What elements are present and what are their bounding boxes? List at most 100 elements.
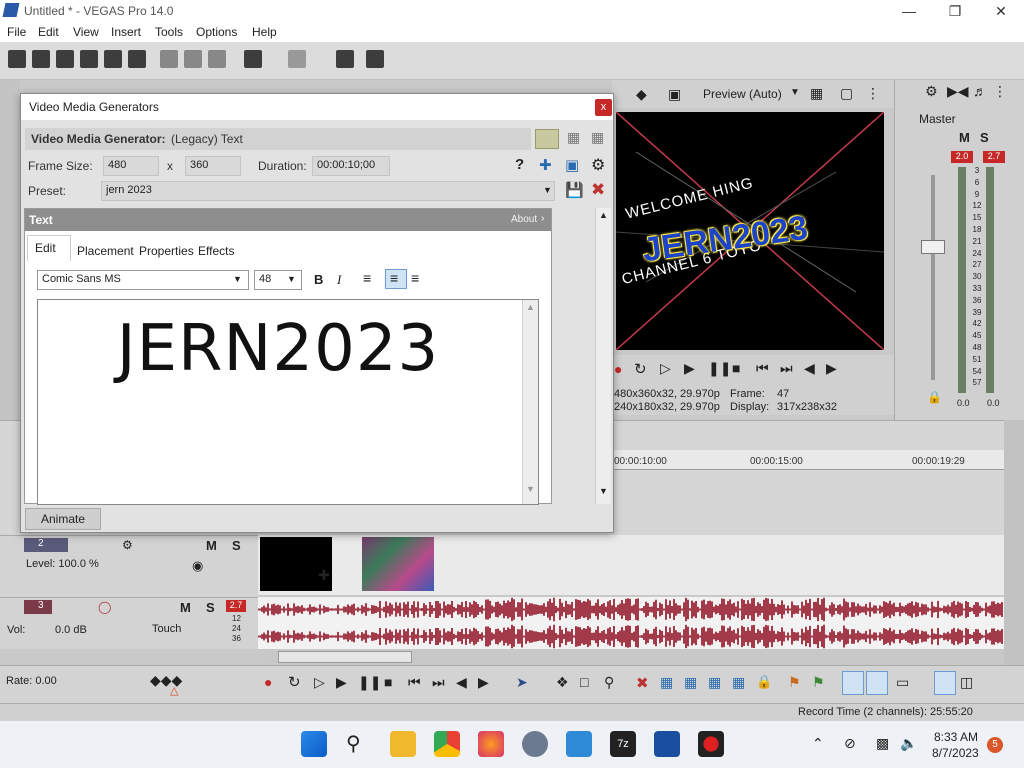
text-scrollbar[interactable]: ▲ ▼ <box>522 300 538 504</box>
video-track-fx-icon[interactable]: ⚙ <box>122 538 133 552</box>
notepad-icon[interactable] <box>566 731 592 757</box>
more-icon[interactable]: ⋮ <box>993 83 1007 100</box>
tab-placement[interactable]: Placement <box>77 244 134 258</box>
video-event-media[interactable] <box>362 537 434 591</box>
menu-insert[interactable]: Insert <box>111 25 141 39</box>
close-window-button[interactable]: ✕ <box>978 0 1024 22</box>
preview-quality-label[interactable]: Preview (Auto) <box>703 87 782 101</box>
stop-icon[interactable]: ■ <box>384 674 392 690</box>
redo-icon[interactable] <box>288 50 306 68</box>
position-icon[interactable]: ✚ <box>539 156 552 174</box>
file-explorer-icon[interactable] <box>390 731 416 757</box>
network-off-icon[interactable]: ⊘ <box>844 735 856 752</box>
video-level-label[interactable]: Level: 100.0 % <box>26 558 99 570</box>
volume-icon[interactable]: 🔈 <box>900 735 917 752</box>
render-icon[interactable] <box>104 50 122 68</box>
view-mode-thumbs-icon[interactable]: ▦ <box>591 129 604 146</box>
recorder-icon[interactable] <box>698 731 724 757</box>
gear-icon[interactable]: ⚙ <box>925 83 938 100</box>
save-icon[interactable] <box>56 50 74 68</box>
menu-file[interactable]: File <box>7 25 26 39</box>
dialog-title-bar[interactable]: Video Media Generators x <box>21 94 613 120</box>
video-track-lane[interactable]: ✚ <box>258 535 1004 595</box>
clock-time[interactable]: 8:33 AM <box>934 730 978 744</box>
help-question-icon[interactable]: ? <box>515 156 524 173</box>
lock-icon[interactable]: 🔒 <box>756 674 772 690</box>
play-from-start-icon[interactable]: ▷ <box>314 674 325 691</box>
pause-icon[interactable]: ❚❚ <box>708 360 731 377</box>
copy-snapshot-icon[interactable]: ▢ <box>840 85 853 102</box>
italic-button[interactable]: I <box>337 272 341 288</box>
audio-track-lane[interactable] <box>257 597 1004 649</box>
zoom-tool-icon[interactable]: ⚲ <box>604 674 614 691</box>
chevron-down-icon[interactable]: ▼ <box>287 274 296 284</box>
align-left-icon[interactable]: ≡ <box>363 270 371 286</box>
scroll-up-icon[interactable]: ▲ <box>526 302 535 312</box>
firefox-icon[interactable] <box>478 731 504 757</box>
menu-view[interactable]: View <box>73 25 99 39</box>
clock-date[interactable]: 8/7/2023 <box>932 746 979 760</box>
text-content[interactable]: JERN2023 <box>38 312 518 386</box>
chevron-down-icon[interactable]: ▼ <box>543 185 552 195</box>
crop-icon[interactable]: ✚ <box>318 567 330 584</box>
chrome-icon[interactable] <box>434 731 460 757</box>
prev-frame-icon[interactable]: ◀ <box>456 674 467 691</box>
notification-badge[interactable]: 5 <box>987 737 1003 753</box>
preset-select[interactable]: jern 2023 <box>101 181 555 201</box>
go-to-end-icon[interactable]: ⏭ <box>432 674 445 691</box>
save-preset-icon[interactable]: 💾 <box>565 181 584 199</box>
menu-tools[interactable]: Tools <box>155 25 183 39</box>
envelope-tool-icon[interactable]: ❖ <box>556 674 569 691</box>
master-solo-button[interactable]: S <box>980 130 989 145</box>
trim-start-icon[interactable]: ▦ <box>684 674 697 691</box>
video-mute-button[interactable]: M <box>206 538 217 553</box>
master-mute-button[interactable]: M <box>959 130 970 145</box>
auto-crossfade-button[interactable] <box>866 671 888 695</box>
audio-mute-button[interactable]: M <box>180 600 191 615</box>
bold-button[interactable]: B <box>314 272 323 287</box>
tab-edit[interactable]: Edit <box>35 241 56 255</box>
chevron-down-icon[interactable]: ▼ <box>233 274 242 284</box>
selection-tool-icon[interactable]: □ <box>580 674 588 690</box>
cut-icon[interactable] <box>160 50 178 68</box>
normal-edit-tool-icon[interactable]: ➤ <box>516 674 528 691</box>
delete-icon[interactable]: ✖ <box>636 674 649 692</box>
save-as-icon[interactable] <box>80 50 98 68</box>
display-icon[interactable]: ▩ <box>876 735 889 752</box>
frame-width-input[interactable]: 480 <box>103 156 159 176</box>
restore-button[interactable]: ❐ <box>932 0 978 22</box>
timeline-horizontal-scrollbar[interactable] <box>258 649 1004 665</box>
properties-gear-icon[interactable] <box>128 50 146 68</box>
pan-crop-icon[interactable]: ▣ <box>565 156 579 174</box>
pause-icon[interactable]: ❚❚ <box>358 674 381 691</box>
go-to-start-icon[interactable]: ⏮ <box>408 674 421 691</box>
duration-input[interactable]: 00:00:10;00 <box>312 156 390 176</box>
grid-icon[interactable]: ▦ <box>810 85 823 102</box>
scroll-up-icon[interactable]: ▲ <box>599 210 608 220</box>
automation-touch-label[interactable]: Touch <box>152 623 181 635</box>
prev-frame-icon[interactable]: ◀ <box>804 360 815 377</box>
help-question-icon[interactable] <box>366 50 384 68</box>
tab-properties[interactable]: Properties <box>139 244 194 258</box>
split-icon[interactable]: ▦ <box>732 674 745 691</box>
menu-help[interactable]: Help <box>252 25 277 39</box>
stop-icon[interactable]: ■ <box>732 360 740 376</box>
region-icon[interactable]: ⚑ <box>812 674 825 691</box>
animate-button[interactable]: Animate <box>25 508 101 530</box>
record-icon[interactable]: ● <box>614 361 622 377</box>
play-icon[interactable]: ▶ <box>684 360 695 377</box>
new-project-icon[interactable] <box>8 50 26 68</box>
align-right-icon[interactable]: ≡ <box>411 270 419 286</box>
scroll-down-icon[interactable]: ▼ <box>599 486 608 496</box>
vegas-taskbar-icon[interactable] <box>654 731 680 757</box>
paste-icon[interactable] <box>208 50 226 68</box>
marker-icon[interactable]: ⚑ <box>788 674 801 691</box>
7zip-icon[interactable]: 7z <box>610 731 636 757</box>
play-icon[interactable]: ▶ <box>336 674 347 691</box>
next-frame-icon[interactable]: ▶ <box>826 360 837 377</box>
start-icon[interactable] <box>301 731 327 757</box>
frame-height-input[interactable]: 360 <box>185 156 241 176</box>
go-to-end-icon[interactable]: ⏭ <box>780 360 793 377</box>
loop-icon[interactable]: ↻ <box>634 360 647 378</box>
font-select[interactable]: Comic Sans MS <box>37 270 249 290</box>
